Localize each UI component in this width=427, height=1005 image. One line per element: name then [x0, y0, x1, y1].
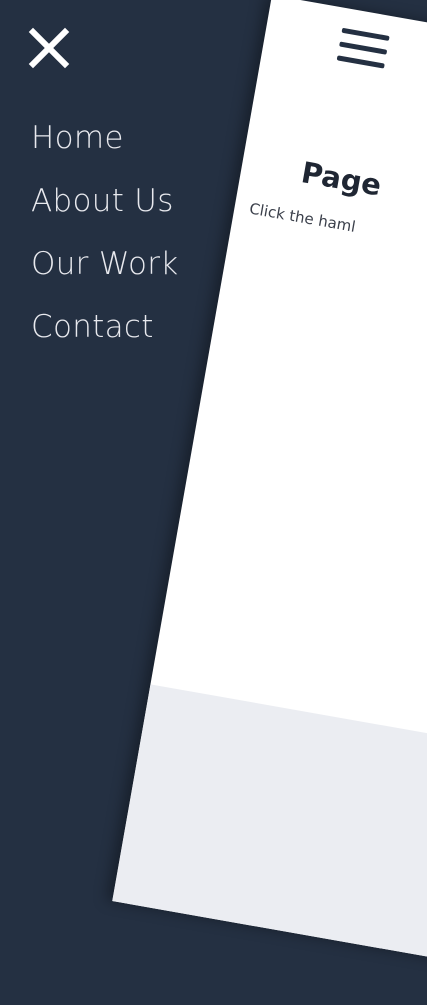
page-footer-band: [112, 684, 427, 1005]
menu-item-about-us[interactable]: About Us: [31, 181, 179, 244]
menu-list: Home About Us Our Work Contact: [31, 118, 179, 370]
menu-item-our-work[interactable]: Our Work: [31, 244, 179, 307]
page-text: Click the haml: [248, 199, 357, 236]
hamburger-icon[interactable]: [335, 27, 390, 76]
close-icon[interactable]: [28, 27, 70, 69]
menu-item-contact[interactable]: Contact: [31, 307, 179, 370]
page-title: Page: [298, 155, 384, 203]
menu-item-home[interactable]: Home: [31, 118, 179, 181]
